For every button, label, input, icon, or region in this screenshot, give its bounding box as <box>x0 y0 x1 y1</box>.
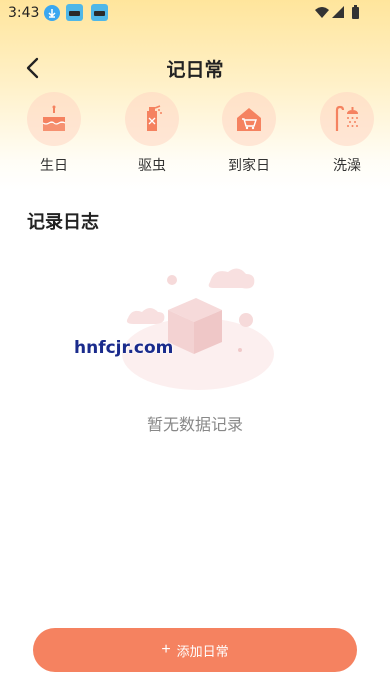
signal-icon <box>332 6 344 18</box>
download-icon <box>44 5 60 21</box>
wifi-icon <box>315 7 329 18</box>
watermark-text: hnfcjr.com <box>74 338 174 358</box>
empty-state-illustration <box>110 262 280 397</box>
battery-icon <box>352 5 359 19</box>
category-label: 驱虫 <box>138 158 166 174</box>
app-notification-icon <box>66 4 83 21</box>
category-home-day[interactable]: 到家日 <box>220 92 280 182</box>
status-bar: 3:43 <box>0 0 390 28</box>
category-birthday[interactable]: 生日 <box>25 92 85 182</box>
status-time: 3:43 <box>8 5 40 21</box>
category-bath[interactable]: 洗澡 <box>318 92 378 182</box>
add-daily-button-label: 添加日常 <box>176 643 229 659</box>
empty-state-text: 暂无数据记录 <box>146 415 243 434</box>
add-daily-button[interactable]: + 添加日常 <box>33 628 357 672</box>
plus-icon: + <box>161 641 171 658</box>
category-label: 到家日 <box>228 158 270 174</box>
shower-icon <box>320 92 374 146</box>
category-label: 生日 <box>40 158 68 174</box>
category-label: 洗澡 <box>333 158 361 174</box>
page-title: 记日常 <box>166 59 224 81</box>
spray-icon <box>125 92 179 146</box>
category-deworm[interactable]: 驱虫 <box>123 92 183 182</box>
home-cart-icon <box>222 92 276 146</box>
cake-icon <box>27 92 81 146</box>
section-title: 记录日志 <box>27 212 99 233</box>
status-indicators <box>314 5 364 25</box>
app-notification-icon <box>91 4 108 21</box>
